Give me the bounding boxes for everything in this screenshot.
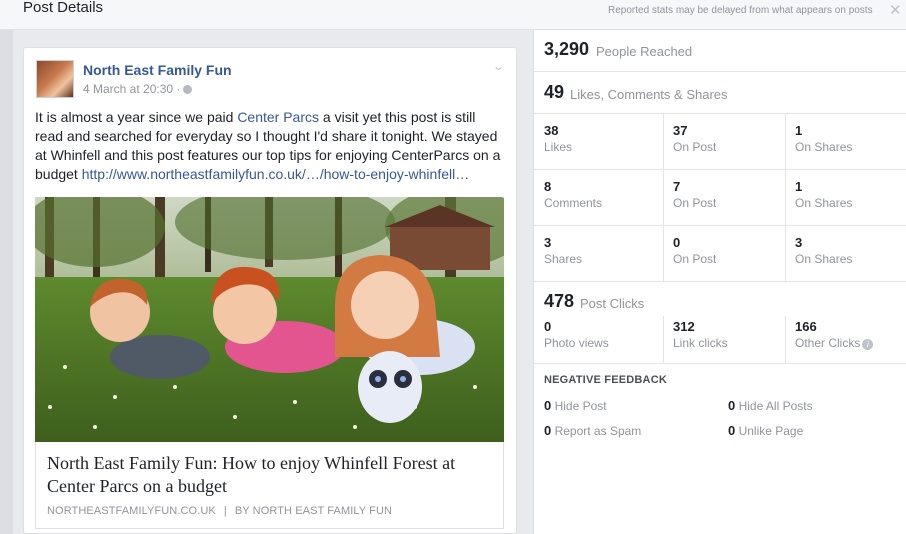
likes-on-shares-label: On Shares <box>795 140 853 154</box>
hide-post-label: Hide Post <box>554 399 607 413</box>
likes-total-label: Likes <box>544 140 573 154</box>
mention-link[interactable]: Center Parcs <box>237 109 319 125</box>
link-preview-title[interactable]: North East Family Fun: How to enjoy Whin… <box>47 452 497 498</box>
comments-row: 8 Comments 7 On Post 1 On Shares <box>534 170 906 226</box>
page-name-link[interactable]: North East Family Fun <box>83 62 232 78</box>
comments-total-label: Comments <box>544 196 603 210</box>
backdrop-strip <box>0 30 13 534</box>
link-clicks-value: 312 <box>673 319 695 334</box>
shares-total-value: 3 <box>544 235 552 250</box>
post-clicks-value: 478 <box>544 291 575 311</box>
unlike-page-value: 0 <box>728 423 736 438</box>
other-clicks-text: Other Clicks <box>795 336 861 350</box>
link-separator: | <box>223 505 227 517</box>
engagement-row: 49 Likes, Comments & Shares <box>534 72 906 114</box>
shares-row: 3 Shares 0 On Post 3 On Shares <box>534 226 906 282</box>
report-spam-stat: 0 Report as Spam <box>544 423 641 438</box>
likes-row: 38 Likes 37 On Post 1 On Shares <box>534 114 906 170</box>
engagement-value: 49 <box>544 82 565 102</box>
shares-on-post-cell: 0 On Post <box>663 226 785 281</box>
page-avatar[interactable] <box>36 60 74 98</box>
shares-on-post-value: 0 <box>673 235 681 250</box>
shares-total-label: Shares <box>544 252 583 266</box>
post-text-before: It is almost a year since we paid <box>35 109 238 125</box>
post-url-link[interactable]: http://www.northeastfamilyfun.co.uk/…/ho… <box>82 166 470 182</box>
close-icon[interactable]: ✕ <box>889 1 902 19</box>
people-reached-label: People Reached <box>596 44 693 59</box>
post-time-text[interactable]: 4 March at 20:30 · <box>83 82 180 96</box>
comments-on-post-cell: 7 On Post <box>663 170 785 225</box>
post-card: North East Family Fun 4 March at 20:30 ·… <box>23 47 517 534</box>
unlike-page-label: Unlike Page <box>738 424 804 438</box>
post-clicks-label: Post Clicks <box>580 296 645 311</box>
comments-on-shares-label: On Shares <box>795 196 853 210</box>
post-stats-panel: 3,290 People Reached 49 Likes, Comments … <box>533 30 906 534</box>
link-preview-source: NORTHEASTFAMILYFUN.CO.UK | BY NORTH EAST F… <box>47 505 392 517</box>
link-domain: NORTHEASTFAMILYFUN.CO.UK <box>47 505 216 517</box>
dialog-header: Post Details Reported stats may be delay… <box>0 0 906 30</box>
hide-all-posts-label: Hide All Posts <box>738 399 813 413</box>
post-clicks-row: 478 Post Clicks <box>534 282 906 316</box>
report-spam-label: Report as Spam <box>554 424 642 438</box>
likes-on-shares-cell: 1 On Shares <box>785 114 906 169</box>
photo-views-value: 0 <box>544 319 552 334</box>
likes-on-post-label: On Post <box>673 140 717 154</box>
report-spam-value: 0 <box>544 423 552 438</box>
link-preview-box[interactable]: North East Family Fun: How to enjoy Whin… <box>35 442 504 529</box>
link-preview-image[interactable] <box>35 197 504 442</box>
comments-total-cell: 8 Comments <box>534 170 663 225</box>
hide-post-stat: 0 Hide Post <box>544 398 607 413</box>
shares-on-shares-label: On Shares <box>795 252 853 266</box>
link-author: BY NORTH EAST FAMILY FUN <box>234 505 393 517</box>
photo-views-label: Photo views <box>544 336 609 350</box>
click-breakdown-row: 0 Photo views 312 Link clicks 166 Other Cli… <box>534 316 906 364</box>
stats-delay-notice: Reported stats may be delayed from what … <box>608 5 873 16</box>
comments-on-post-label: On Post <box>673 196 717 210</box>
post-timestamp: 4 March at 20:30 · <box>83 82 193 96</box>
shares-total-cell: 3 Shares <box>534 226 663 281</box>
likes-total-cell: 38 Likes <box>534 114 663 169</box>
likes-on-post-value: 37 <box>673 123 688 138</box>
comments-on-shares-value: 1 <box>795 179 803 194</box>
post-message: It is almost a year since we paid Center… <box>35 108 507 184</box>
chevron-down-icon[interactable]: ⌄ <box>492 60 505 73</box>
unlike-page-stat: 0 Unlike Page <box>728 423 803 438</box>
people-reached-row: 3,290 People Reached <box>534 30 906 72</box>
other-clicks-label: Other Clicks i <box>795 336 874 350</box>
info-icon[interactable]: i <box>862 339 874 350</box>
engagement-label: Likes, Comments & Shares <box>570 87 728 102</box>
link-clicks-cell: 312 Link clicks <box>663 316 785 363</box>
other-clicks-value: 166 <box>795 319 817 334</box>
hide-post-value: 0 <box>544 398 552 413</box>
shares-on-shares-value: 3 <box>795 235 803 250</box>
comments-on-shares-cell: 1 On Shares <box>785 170 906 225</box>
photo-views-cell: 0 Photo views <box>534 316 663 363</box>
link-clicks-label: Link clicks <box>673 336 728 350</box>
hide-all-posts-stat: 0 Hide All Posts <box>728 398 813 413</box>
comments-total-value: 8 <box>544 179 552 194</box>
shares-on-shares-cell: 3 On Shares <box>785 226 906 281</box>
children-photo-illustration <box>35 197 504 442</box>
likes-total-value: 38 <box>544 123 559 138</box>
other-clicks-cell: 166 Other Clicks i <box>785 316 906 363</box>
comments-on-post-value: 7 <box>673 179 681 194</box>
likes-on-post-cell: 37 On Post <box>663 114 785 169</box>
negative-feedback-title: NEGATIVE FEEDBACK <box>544 374 667 386</box>
likes-on-shares-value: 1 <box>795 123 803 138</box>
dialog-title: Post Details <box>23 0 104 16</box>
people-reached-value: 3,290 <box>544 39 590 59</box>
shares-on-post-label: On Post <box>673 252 717 266</box>
globe-icon <box>183 85 193 94</box>
hide-all-posts-value: 0 <box>728 398 736 413</box>
